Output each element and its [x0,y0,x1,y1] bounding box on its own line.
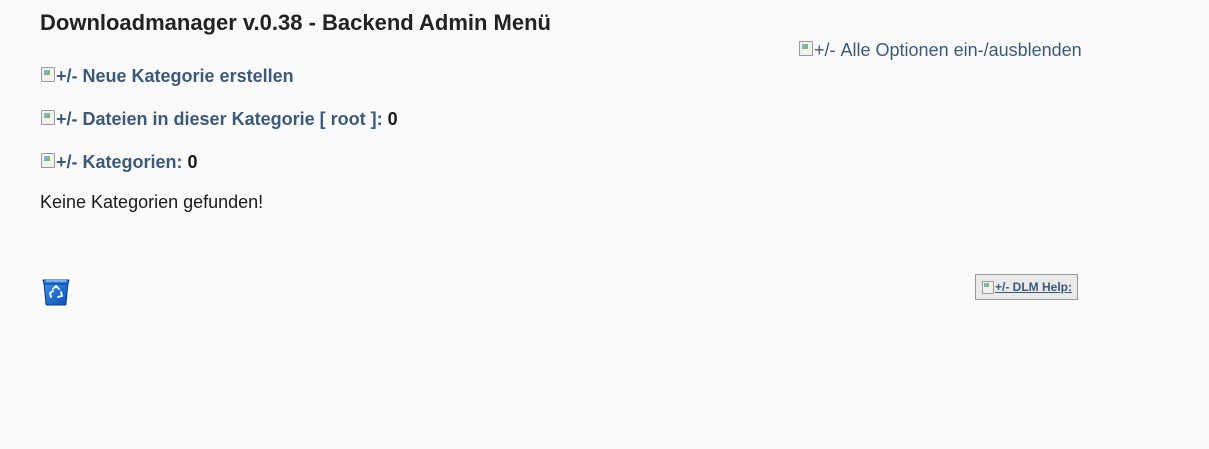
toggle-all-label: Alle Optionen ein-/ausblenden [840,40,1082,60]
categories-alt-text: +/- [56,152,78,172]
broken-image-icon [798,40,814,56]
toggle-all-options-link[interactable]: +/- Alle Optionen ein-/ausblenden [798,40,1082,61]
section-categories: +/- Kategorien: 0 [40,152,198,173]
help-alt-text: +/- [995,280,1010,294]
files-alt-text: +/- [56,109,78,129]
section-new-category: +/- Neue Kategorie erstellen [40,66,294,87]
new-category-alt-text: +/- [56,66,78,86]
recycle-bin-icon[interactable] [40,275,72,307]
files-category-name: root [325,109,371,129]
files-count: 0 [387,109,398,129]
new-category-link[interactable]: +/- Neue Kategorie erstellen [40,66,294,87]
broken-image-icon [981,280,995,294]
broken-image-icon [40,109,56,125]
broken-image-icon [40,152,56,168]
files-label-prefix: Dateien in dieser Kategorie [ [82,109,326,129]
files-in-category-link[interactable]: +/- Dateien in dieser Kategorie [ root ]… [40,109,383,130]
new-category-label: Neue Kategorie erstellen [82,66,294,86]
help-label: DLM Help: [1009,280,1073,294]
help-box: +/- DLM Help: [975,274,1078,300]
broken-image-icon [40,66,56,82]
section-files-in-category: +/- Dateien in dieser Kategorie [ root ]… [40,109,398,130]
categories-count: 0 [187,152,198,172]
categories-label: Kategorien: [82,152,183,172]
empty-categories-message: Keine Kategorien gefunden! [40,192,264,212]
files-label-suffix: ]: [370,109,383,129]
categories-link[interactable]: +/- Kategorien: [40,152,183,173]
dlm-help-link[interactable]: +/- DLM Help: [981,280,1072,294]
page-title: Downloadmanager v.0.38 - Backend Admin M… [40,10,551,35]
admin-page: Downloadmanager v.0.38 - Backend Admin M… [0,0,1209,449]
toggle-all-alt-text: +/- [814,40,836,60]
